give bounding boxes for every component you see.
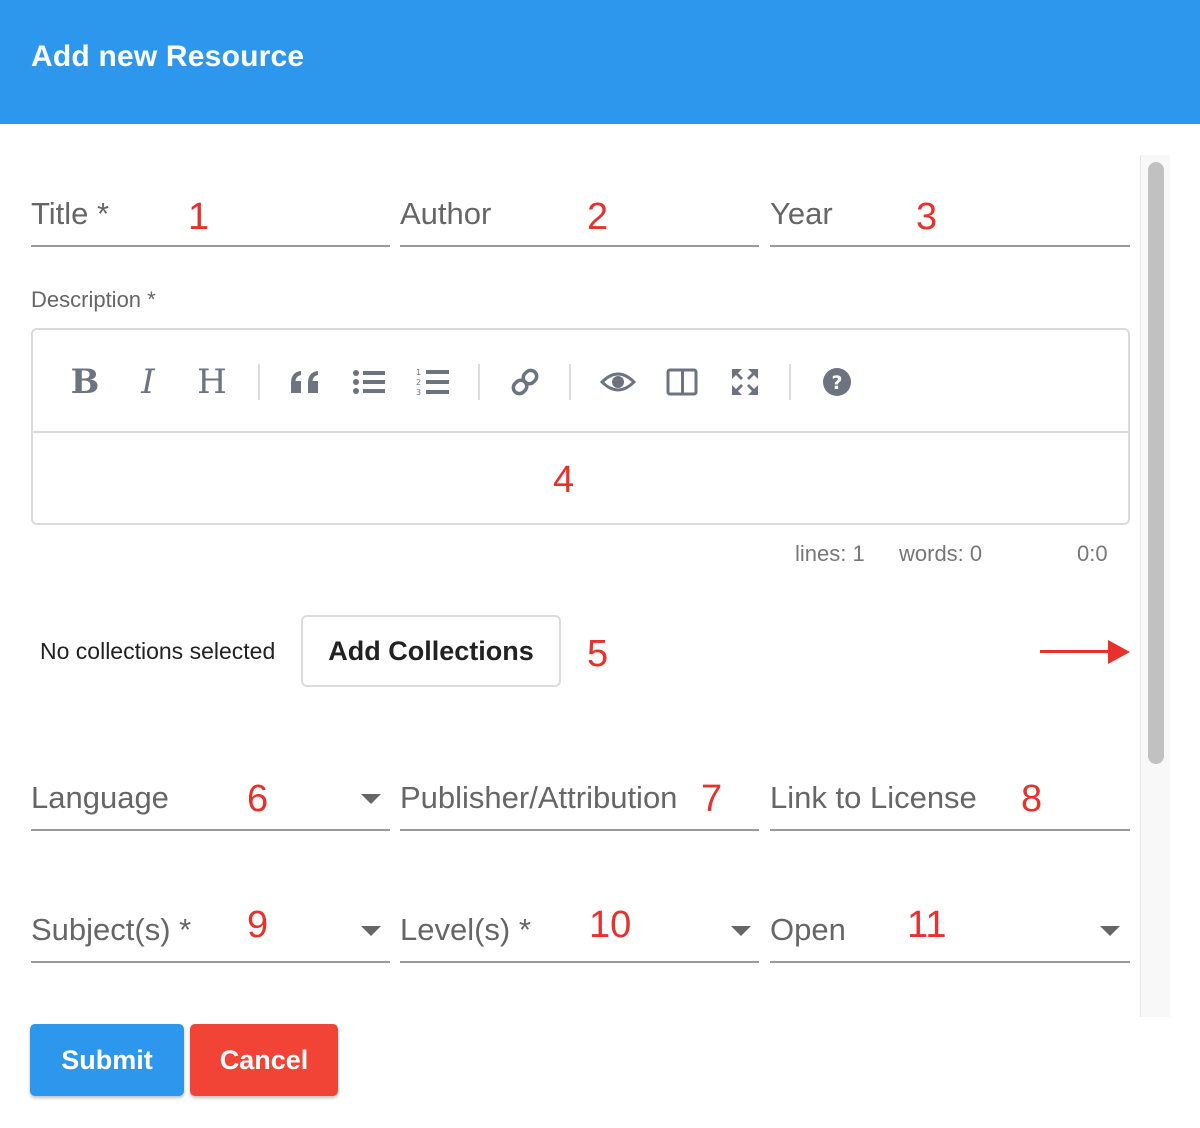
language-label: Language [31, 780, 169, 815]
annotation-8: 8 [1021, 778, 1043, 820]
toolbar-separator [789, 364, 791, 400]
bold-icon[interactable]: B [63, 360, 107, 404]
annotation-arrow-head [1108, 640, 1130, 664]
license-link-field[interactable]: Link to License [770, 772, 1130, 831]
publisher-label: Publisher/Attribution [400, 780, 678, 815]
description-label: Description * [31, 287, 156, 312]
scrollbar-thumb[interactable] [1148, 162, 1164, 764]
numbered-list-icon[interactable]: 123 [411, 360, 455, 404]
annotation-7: 7 [701, 778, 723, 820]
editor-toolbar: B I H 123 ? [33, 330, 1128, 433]
submit-button[interactable]: Submit [30, 1024, 184, 1096]
language-select[interactable]: Language [31, 772, 390, 831]
svg-text:2: 2 [416, 378, 421, 387]
dialog-title: Add new Resource [31, 40, 305, 73]
chevron-down-icon [361, 926, 381, 936]
toolbar-separator [258, 364, 260, 400]
annotation-11: 11 [907, 904, 947, 946]
levels-select[interactable]: Level(s) * [400, 904, 759, 963]
year-label: Year [770, 196, 833, 231]
italic-icon[interactable]: I [126, 360, 170, 404]
title-field[interactable]: Title * [31, 188, 390, 247]
year-field[interactable]: Year [770, 188, 1130, 247]
open-value: Open [770, 912, 846, 947]
annotation-10: 10 [589, 904, 632, 946]
preview-icon[interactable] [596, 360, 640, 404]
author-field[interactable]: Author [400, 188, 759, 247]
add-collections-button[interactable]: Add Collections [301, 615, 561, 687]
annotation-5: 5 [587, 633, 609, 675]
subjects-select[interactable]: Subject(s) * [31, 904, 390, 963]
author-label: Author [400, 196, 492, 231]
chevron-down-icon [1100, 926, 1120, 936]
subjects-label: Subject(s) * [31, 912, 192, 947]
bullet-list-icon[interactable] [347, 360, 391, 404]
description-editor[interactable]: B I H 123 ? [31, 328, 1130, 525]
fullscreen-icon[interactable] [723, 360, 767, 404]
heading-icon[interactable]: H [190, 360, 234, 404]
annotation-arrow [1040, 650, 1112, 653]
svg-text:?: ? [831, 372, 842, 394]
annotation-1: 1 [188, 196, 210, 238]
dialog-header: Add new Resource [0, 0, 1200, 124]
annotation-4: 4 [553, 459, 575, 501]
toolbar-separator [569, 364, 571, 400]
svg-text:1: 1 [416, 368, 421, 377]
help-icon[interactable]: ? [815, 360, 859, 404]
side-by-side-icon[interactable] [660, 360, 704, 404]
svg-text:3: 3 [416, 388, 421, 397]
license-label: Link to License [770, 780, 977, 815]
title-label: Title * [31, 196, 110, 231]
editor-words-count: words: 0 [899, 541, 983, 566]
levels-label: Level(s) * [400, 912, 531, 947]
editor-text-area[interactable] [33, 433, 1128, 525]
editor-cursor-position: 0:0 [1077, 541, 1108, 566]
editor-lines-count: lines: 1 [795, 541, 865, 566]
annotation-2: 2 [587, 196, 609, 238]
collections-status: No collections selected [40, 638, 276, 664]
annotation-6: 6 [247, 778, 269, 820]
toolbar-separator [478, 364, 480, 400]
chevron-down-icon [361, 794, 381, 804]
annotation-3: 3 [916, 196, 938, 238]
quote-icon[interactable] [283, 360, 327, 404]
chevron-down-icon [731, 926, 751, 936]
link-icon[interactable] [503, 360, 547, 404]
open-select[interactable]: Open [770, 904, 1130, 963]
annotation-9: 9 [247, 904, 269, 946]
cancel-button[interactable]: Cancel [190, 1024, 338, 1096]
